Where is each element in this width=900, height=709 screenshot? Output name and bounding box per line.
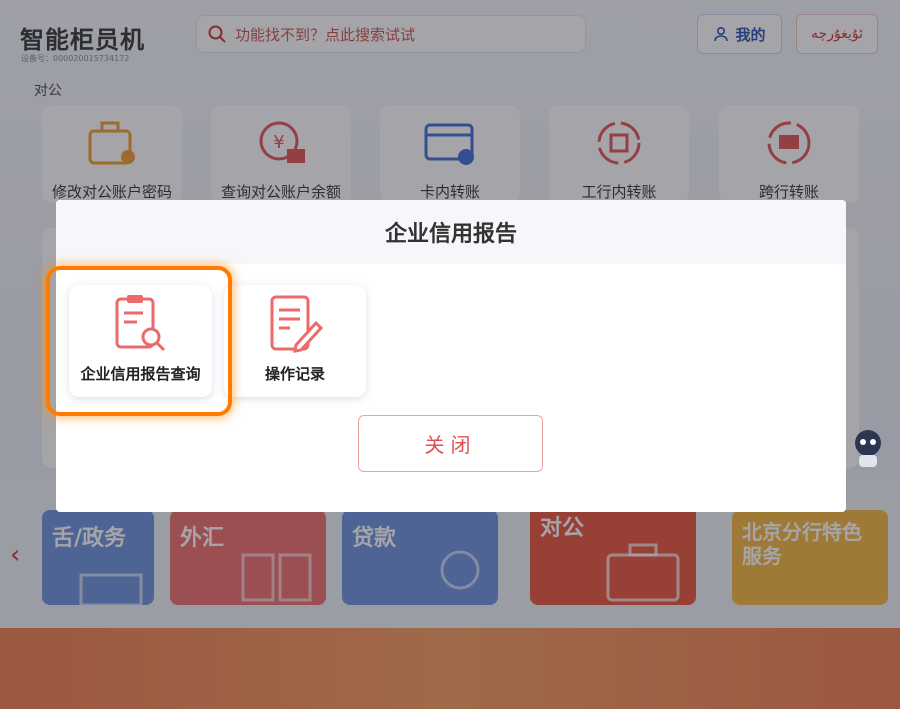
document-edit-icon [270, 295, 324, 353]
close-label: 关闭 [424, 433, 477, 457]
option-label: 操作记录 [264, 365, 325, 383]
highlight-frame [46, 266, 232, 416]
modal-title: 企业信用报告 [384, 222, 517, 247]
option-operation-record[interactable]: 操作记录 [224, 285, 366, 397]
robot-assistant-icon[interactable] [851, 428, 885, 468]
close-button[interactable]: 关闭 [358, 415, 543, 472]
modal-header: 企业信用报告 [56, 200, 846, 264]
